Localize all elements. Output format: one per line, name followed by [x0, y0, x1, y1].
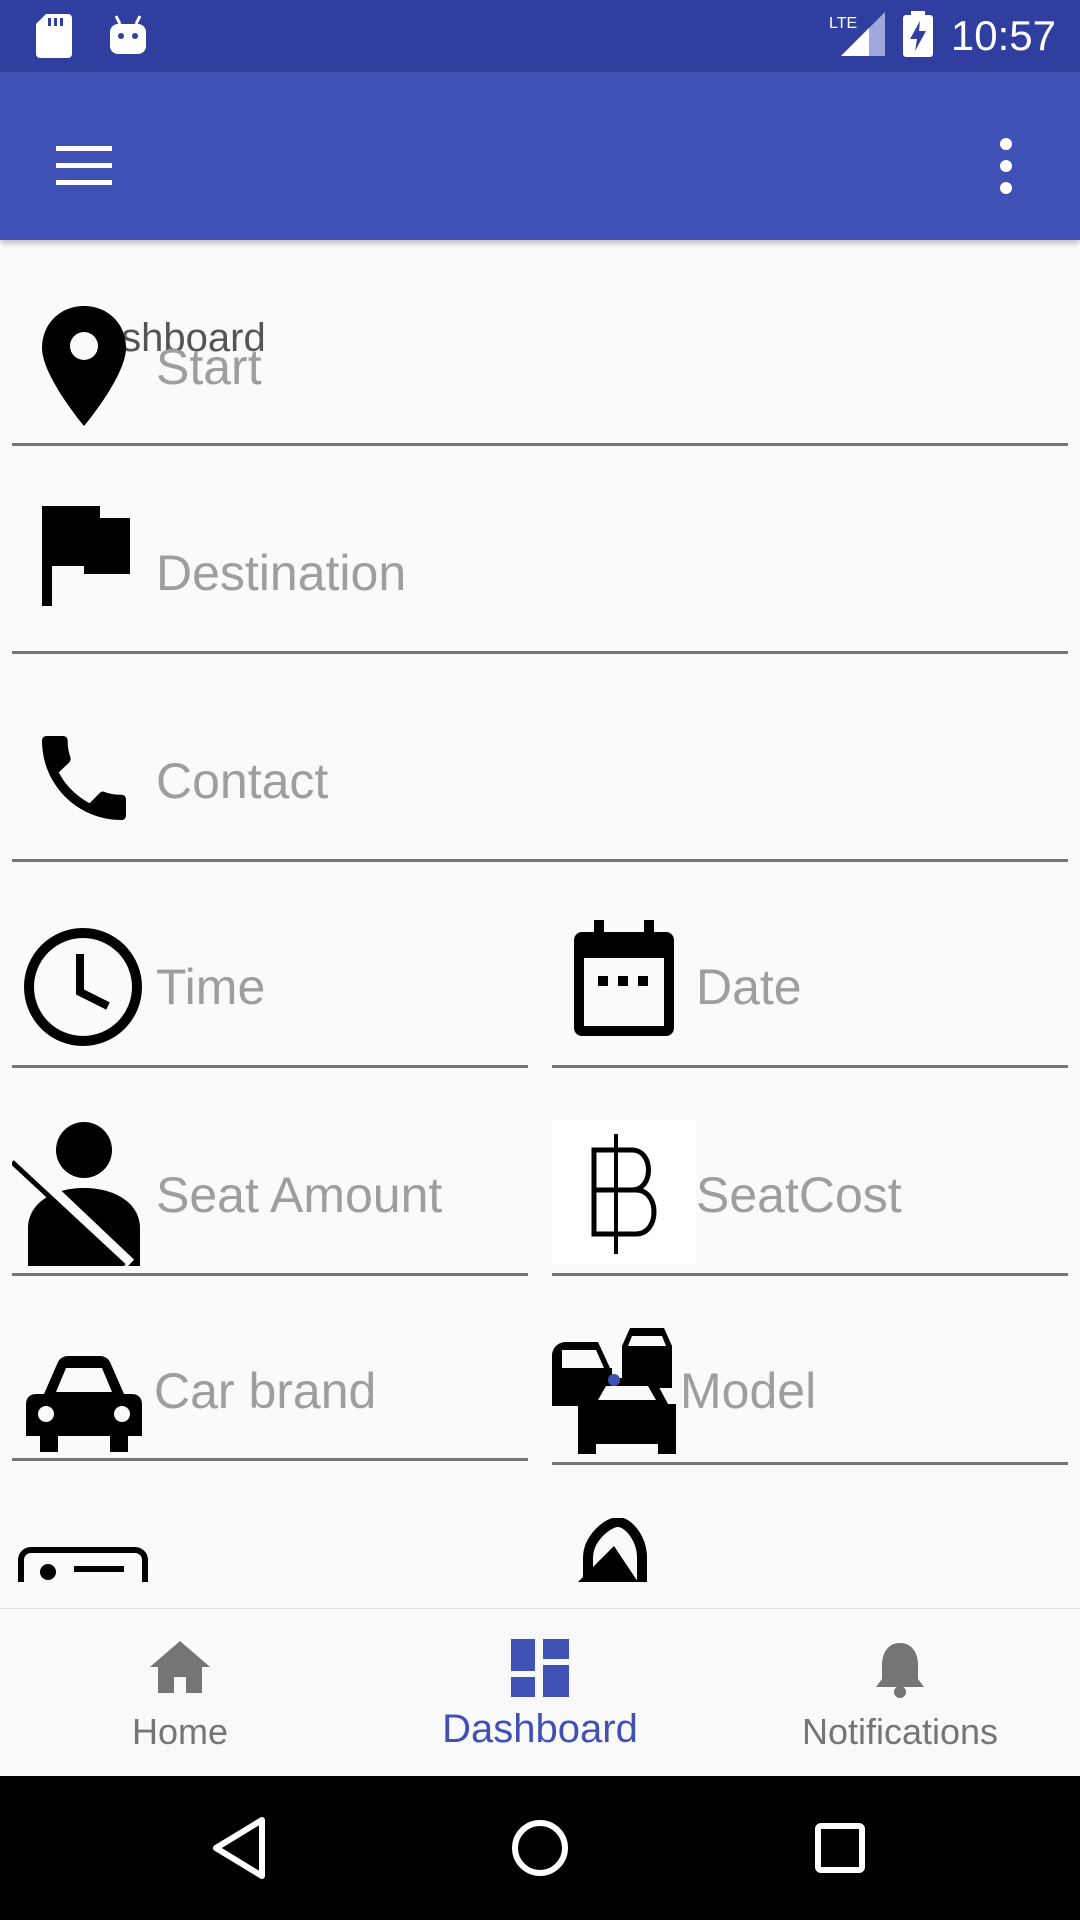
app-bar [0, 72, 1080, 240]
paint-icon [578, 1518, 647, 1582]
seat-amount-field[interactable]: Seat Amount [12, 1070, 528, 1278]
destination-underline [12, 651, 1068, 654]
seat-cost-underline [552, 1273, 1068, 1276]
nav-item-dashboard[interactable]: Dashboard [390, 1609, 690, 1777]
bell-icon [876, 1643, 924, 1698]
start-placeholder: Start [156, 339, 262, 395]
nav-label-dashboard: Dashboard [442, 1707, 638, 1751]
destination-placeholder: Destination [156, 545, 407, 601]
nav-label-home: Home [131, 1711, 229, 1752]
back-icon [213, 1817, 265, 1879]
nav-item-home[interactable]: Home [30, 1609, 330, 1777]
recents-icon [815, 1823, 865, 1873]
contact-placeholder: Contact [156, 753, 329, 809]
flag-icon [42, 506, 130, 606]
phone-icon [42, 736, 126, 820]
seatbelt-icon [12, 1122, 140, 1266]
car-brand-field[interactable]: Car brand [12, 1278, 528, 1468]
status-bar: LTE 10:57 [0, 0, 1080, 72]
baht-icon [552, 1120, 696, 1264]
color-field-partial[interactable] [552, 1518, 1068, 1582]
home-icon [150, 1641, 210, 1693]
clock-time: 10:57 [950, 12, 1056, 59]
menu-button[interactable] [40, 122, 128, 210]
back-button[interactable] [190, 1798, 290, 1898]
calendar-icon [574, 920, 674, 1036]
destination-field[interactable]: Destination [12, 448, 1068, 656]
plate-field-partial[interactable] [12, 1540, 528, 1582]
lte-signal-icon: LTE [829, 11, 885, 61]
overflow-menu-button[interactable] [962, 122, 1050, 210]
nav-label-notifications: Notifications [801, 1711, 999, 1752]
model-underline [552, 1462, 1068, 1465]
home-system-button[interactable] [490, 1798, 590, 1898]
android-icon [108, 14, 148, 63]
nav-item-notifications[interactable]: Notifications [750, 1609, 1050, 1777]
car-brand-placeholder: Car brand [154, 1363, 377, 1419]
seat-amount-placeholder: Seat Amount [156, 1167, 443, 1223]
clock-icon [24, 928, 142, 1046]
start-field[interactable]: Start [12, 240, 1068, 448]
seat-cost-field[interactable]: SeatCost [552, 1070, 1068, 1278]
svg-text:LTE: LTE [829, 15, 857, 32]
model-field[interactable]: Model [552, 1278, 1068, 1470]
sd-card-icon [36, 14, 72, 63]
home-circle-icon [512, 1820, 568, 1876]
trip-form: Dashboard Start Destination Contact Time… [0, 240, 1080, 1582]
bottom-navigation: Home Dashboard Notifications [0, 1608, 1080, 1777]
more-vert-icon [1000, 138, 1012, 194]
seat-amount-underline [12, 1273, 528, 1276]
dashboard-icon [511, 1639, 569, 1697]
traffic-cars-icon [552, 1328, 676, 1454]
model-placeholder: Model [680, 1363, 817, 1419]
date-field[interactable]: Date [552, 862, 1068, 1070]
date-placeholder: Date [696, 959, 802, 1015]
contact-field[interactable]: Contact [12, 656, 1068, 862]
menu-icon [56, 146, 112, 185]
car-brand-underline [12, 1458, 528, 1461]
location-pin-icon [42, 306, 126, 426]
recents-button[interactable] [790, 1798, 890, 1898]
system-navigation-bar [0, 1776, 1080, 1920]
seat-cost-placeholder: SeatCost [696, 1167, 902, 1223]
time-placeholder: Time [156, 959, 266, 1015]
start-underline [12, 443, 1068, 446]
battery-charging-icon [902, 10, 933, 62]
car-icon [26, 1356, 142, 1452]
time-underline [12, 1065, 528, 1068]
id-card-icon [18, 1547, 148, 1582]
time-field[interactable]: Time [12, 862, 528, 1070]
date-underline [552, 1065, 1068, 1068]
